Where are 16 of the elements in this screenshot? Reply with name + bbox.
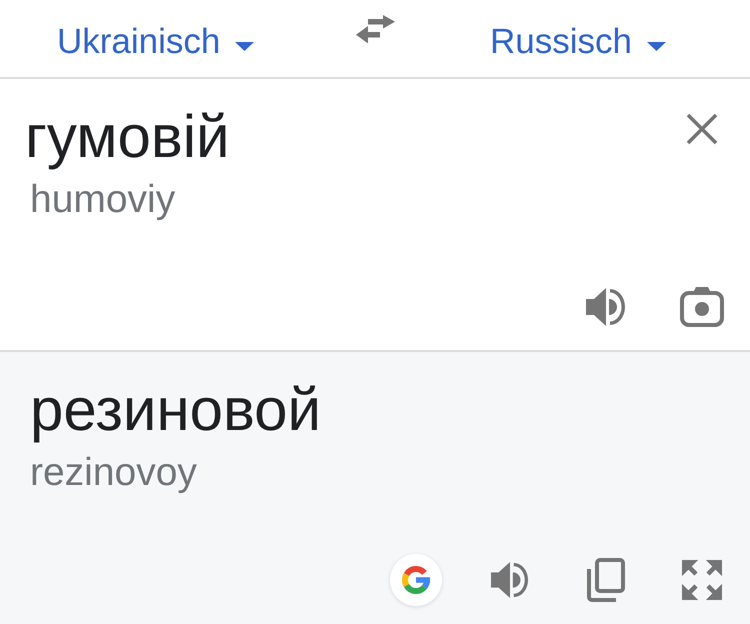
source-language-button[interactable]: Ukrainisch bbox=[57, 22, 254, 62]
speaker-icon[interactable] bbox=[490, 561, 530, 599]
close-icon[interactable] bbox=[686, 113, 718, 145]
transliteration-text: rezinovoy bbox=[30, 450, 197, 496]
swap-icon[interactable] bbox=[356, 15, 395, 43]
source-text-field[interactable]: гумовій bbox=[25, 102, 230, 172]
translation-text: резиновой bbox=[30, 375, 322, 445]
caret-icon bbox=[235, 42, 254, 51]
caret-icon bbox=[646, 42, 666, 51]
speaker-icon[interactable] bbox=[585, 286, 627, 326]
camera-icon[interactable] bbox=[680, 286, 724, 327]
copy-icon[interactable] bbox=[585, 557, 625, 603]
fullscreen-icon[interactable] bbox=[682, 560, 722, 600]
target-language-button[interactable]: Russisch bbox=[490, 22, 666, 62]
transliteration-text: humoviy bbox=[30, 177, 176, 223]
g-logo-icon[interactable] bbox=[390, 554, 442, 606]
